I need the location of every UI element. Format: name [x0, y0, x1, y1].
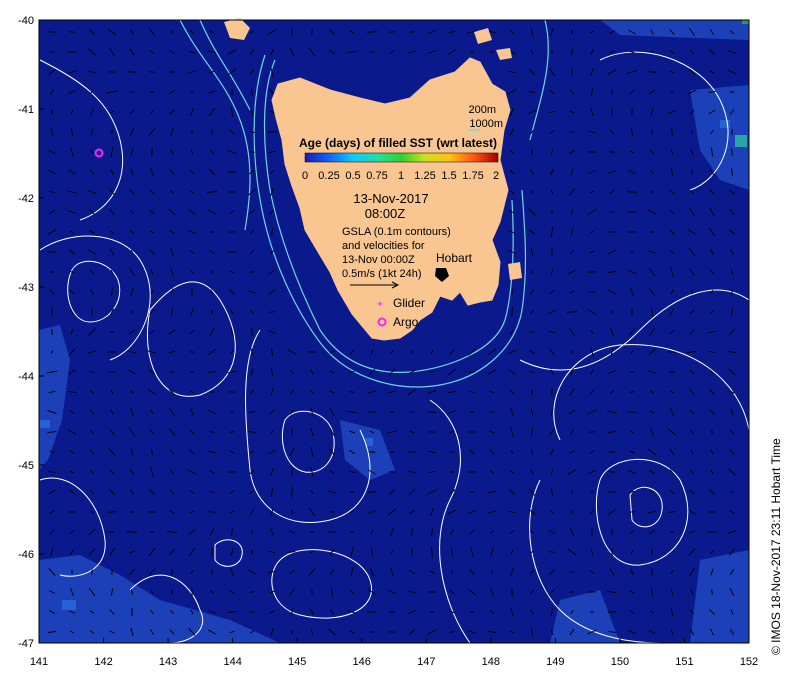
- velocity-arrow: [349, 391, 355, 393]
- lon-tick-label: 149: [546, 656, 564, 668]
- velocity-arrow: [49, 271, 55, 273]
- legend-label-7: 1.75: [462, 170, 483, 182]
- velocity-arrow: [626, 191, 638, 193]
- lat-tick-label: -45: [18, 460, 34, 472]
- velocity-arrow: [588, 291, 596, 293]
- legend-label-3: 0.75: [366, 170, 387, 182]
- velocity-arrow: [628, 231, 636, 233]
- lon-tick-label: 142: [94, 656, 112, 668]
- velocity-arrow: [407, 451, 417, 453]
- argo-label: Argo: [393, 315, 419, 329]
- lat-tick-label: -42: [18, 193, 34, 205]
- lat-tick-label: -47: [18, 638, 34, 650]
- velocity-arrow: [231, 528, 233, 536]
- velocity-arrow: [468, 371, 476, 373]
- velocity-arrow: [631, 108, 633, 116]
- velocity-arrow: [229, 391, 235, 393]
- legend-title: Age (days) of filled SST (wrt latest): [299, 136, 497, 150]
- lon-tick-label: 145: [288, 656, 306, 668]
- velocity-arrow: [229, 431, 235, 433]
- map-time: 08:00Z: [365, 206, 406, 221]
- legend-label-2: 0.5: [345, 170, 360, 182]
- lon-tick-label: 151: [675, 656, 693, 668]
- velocity-arrow: [108, 371, 116, 373]
- lat-tick-label: -46: [18, 549, 34, 561]
- velocity-arrow: [649, 191, 655, 193]
- legend-label-4: 1: [398, 170, 404, 182]
- lat-tick-label: -43: [18, 282, 34, 294]
- velocity-arrow: [629, 391, 635, 393]
- velocity-arrow: [149, 531, 155, 533]
- lon-tick-label: 148: [482, 656, 500, 668]
- velocity-arrow: [729, 91, 735, 93]
- lon-tick-label: 144: [223, 656, 241, 668]
- lat-tick-label: -40: [18, 15, 34, 27]
- legend-label-5: 1.25: [414, 170, 435, 182]
- velocity-arrow: [291, 629, 293, 635]
- velocity-arrow: [51, 307, 53, 317]
- lon-tick-label: 150: [611, 656, 629, 668]
- hobart-label: Hobart: [436, 251, 473, 265]
- velocity-arrow: [629, 511, 635, 513]
- velocity-arrow: [211, 547, 213, 557]
- gsla-note-3: 13-Nov 00:00Z: [342, 254, 415, 266]
- lon-tick-label: 146: [353, 656, 371, 668]
- map-date: 13-Nov-2017: [353, 191, 428, 206]
- velocity-arrow: [91, 569, 93, 575]
- velocity-scale-label: 0.5m/s (1kt 24h): [342, 268, 421, 280]
- legend-label-0: 0: [302, 170, 308, 182]
- velocity-arrow: [91, 308, 93, 316]
- gsla-note-2: and velocities for: [342, 240, 425, 252]
- velocity-arrow: [311, 29, 313, 35]
- velocity-arrow: [291, 28, 293, 36]
- gsla-note-1: GSLA (0.1m contours): [342, 226, 451, 238]
- sst-map: Age (days) of filled SST (wrt latest) 0 …: [18, 15, 783, 668]
- lon-tick-label: 143: [159, 656, 177, 668]
- velocity-arrow: [231, 88, 233, 96]
- velocity-arrow: [671, 128, 673, 136]
- legend-colorbar: [304, 152, 499, 163]
- depth-label-1000m: 1000m: [469, 118, 503, 130]
- velocity-arrow: [51, 109, 53, 115]
- lat-tick-label: -44: [18, 371, 34, 383]
- lat-tick-label: -41: [18, 104, 34, 116]
- lon-tick-label: 147: [417, 656, 435, 668]
- lon-tick-label: 141: [30, 656, 48, 668]
- velocity-arrow: [608, 491, 616, 493]
- depth-label-200m: 200m: [468, 104, 496, 116]
- age-legend: Age (days) of filled SST (wrt latest) 0 …: [299, 136, 499, 182]
- legend-label-1: 0.25: [318, 170, 339, 182]
- legend-label-8: 2: [493, 170, 499, 182]
- velocity-arrow: [449, 471, 455, 473]
- glider-marker: ✦: [376, 299, 384, 309]
- lon-tick-label: 152: [740, 656, 758, 668]
- velocity-arrow: [411, 548, 413, 556]
- glider-label: Glider: [393, 296, 425, 310]
- credit-text: © IMOS 18-Nov-2017 23:11 Hobart Time: [769, 438, 783, 655]
- velocity-arrow: [329, 511, 335, 513]
- legend-label-6: 1.5: [441, 170, 456, 182]
- velocity-arrow: [108, 71, 116, 73]
